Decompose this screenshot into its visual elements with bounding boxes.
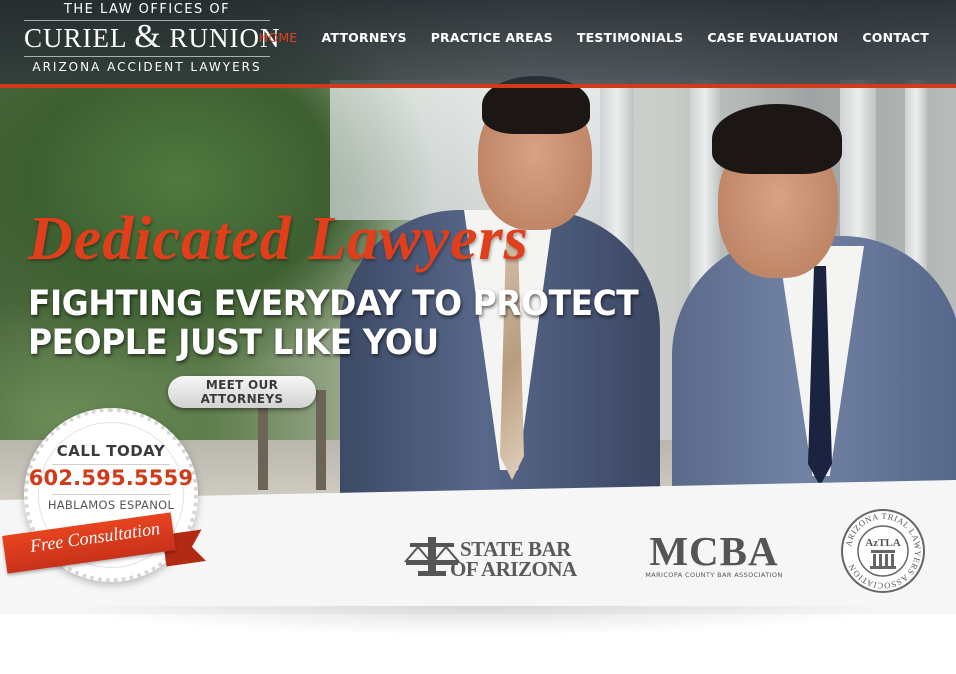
site-header: THE LAW OFFICES OF CURIEL & RUNION ARIZO… <box>0 0 956 88</box>
mcba-abbr: MCBA <box>649 528 779 574</box>
logo-tagline: ARIZONA ACCIDENT LAWYERS <box>32 60 262 74</box>
attorney-right-photo <box>672 96 956 520</box>
mcba-logo: MCBA MARICOPA COUNTY BAR ASSOCIATION <box>640 531 788 581</box>
aztla-seal-icon: ARIZONA TRIAL LAWYERS ASSOCIATION AzTLA <box>841 509 925 593</box>
nav-home[interactable]: HOME <box>259 30 298 45</box>
hero-tagline: FIGHTING EVERYDAY TO PROTECT PEOPLE JUST… <box>28 285 677 363</box>
aztla-abbr: AzTLA <box>865 537 901 549</box>
nav-practice-areas[interactable]: PRACTICE AREAS <box>431 30 553 45</box>
main-nav: HOME ATTORNEYS PRACTICE AREAS TESTIMONIA… <box>259 30 929 45</box>
nav-contact[interactable]: CONTACT <box>862 30 929 45</box>
seal-divider <box>52 494 170 495</box>
hero-headline: Dedicated Lawyers <box>28 205 529 273</box>
logo-line1: THE LAW OFFICES OF <box>63 2 231 17</box>
aztla-logo: ARIZONA TRIAL LAWYERS ASSOCIATION AzTLA <box>840 508 926 594</box>
nav-case-evaluation[interactable]: CASE EVALUATION <box>707 30 838 45</box>
nav-testimonials[interactable]: TESTIMONIALS <box>577 30 683 45</box>
nav-attorneys[interactable]: ATTORNEYS <box>322 30 407 45</box>
band-shadow <box>60 606 900 636</box>
state-bar-line2: OF ARIZONA <box>450 557 577 581</box>
call-today-label: CALL TODAY <box>56 442 166 460</box>
logo-name-left: CURIEL <box>24 23 127 53</box>
language-label: HABLAMOS ESPANOL <box>47 498 175 512</box>
state-bar-logo: STATE BAR OF ARIZONA <box>404 531 577 581</box>
hero-tagline-line2: PEOPLE JUST LIKE YOU <box>28 323 439 363</box>
meet-attorneys-button[interactable]: MEET OUR ATTORNEYS <box>168 376 316 408</box>
tree-trunk <box>316 390 326 490</box>
firm-logo[interactable]: THE LAW OFFICES OF CURIEL & RUNION ARIZO… <box>24 2 279 74</box>
hero-tagline-line1: FIGHTING EVERYDAY TO PROTECT <box>28 284 639 324</box>
logo-ampersand: & <box>134 18 162 55</box>
phone-number[interactable]: 602.595.5559 <box>28 466 194 490</box>
logo-names: CURIEL & RUNION <box>24 18 279 57</box>
seal-divider <box>52 464 170 465</box>
mcba-full-name: MARICOPA COUNTY BAR ASSOCIATION <box>645 571 783 579</box>
free-consultation-ribbon[interactable]: Free Consultation <box>0 512 206 574</box>
